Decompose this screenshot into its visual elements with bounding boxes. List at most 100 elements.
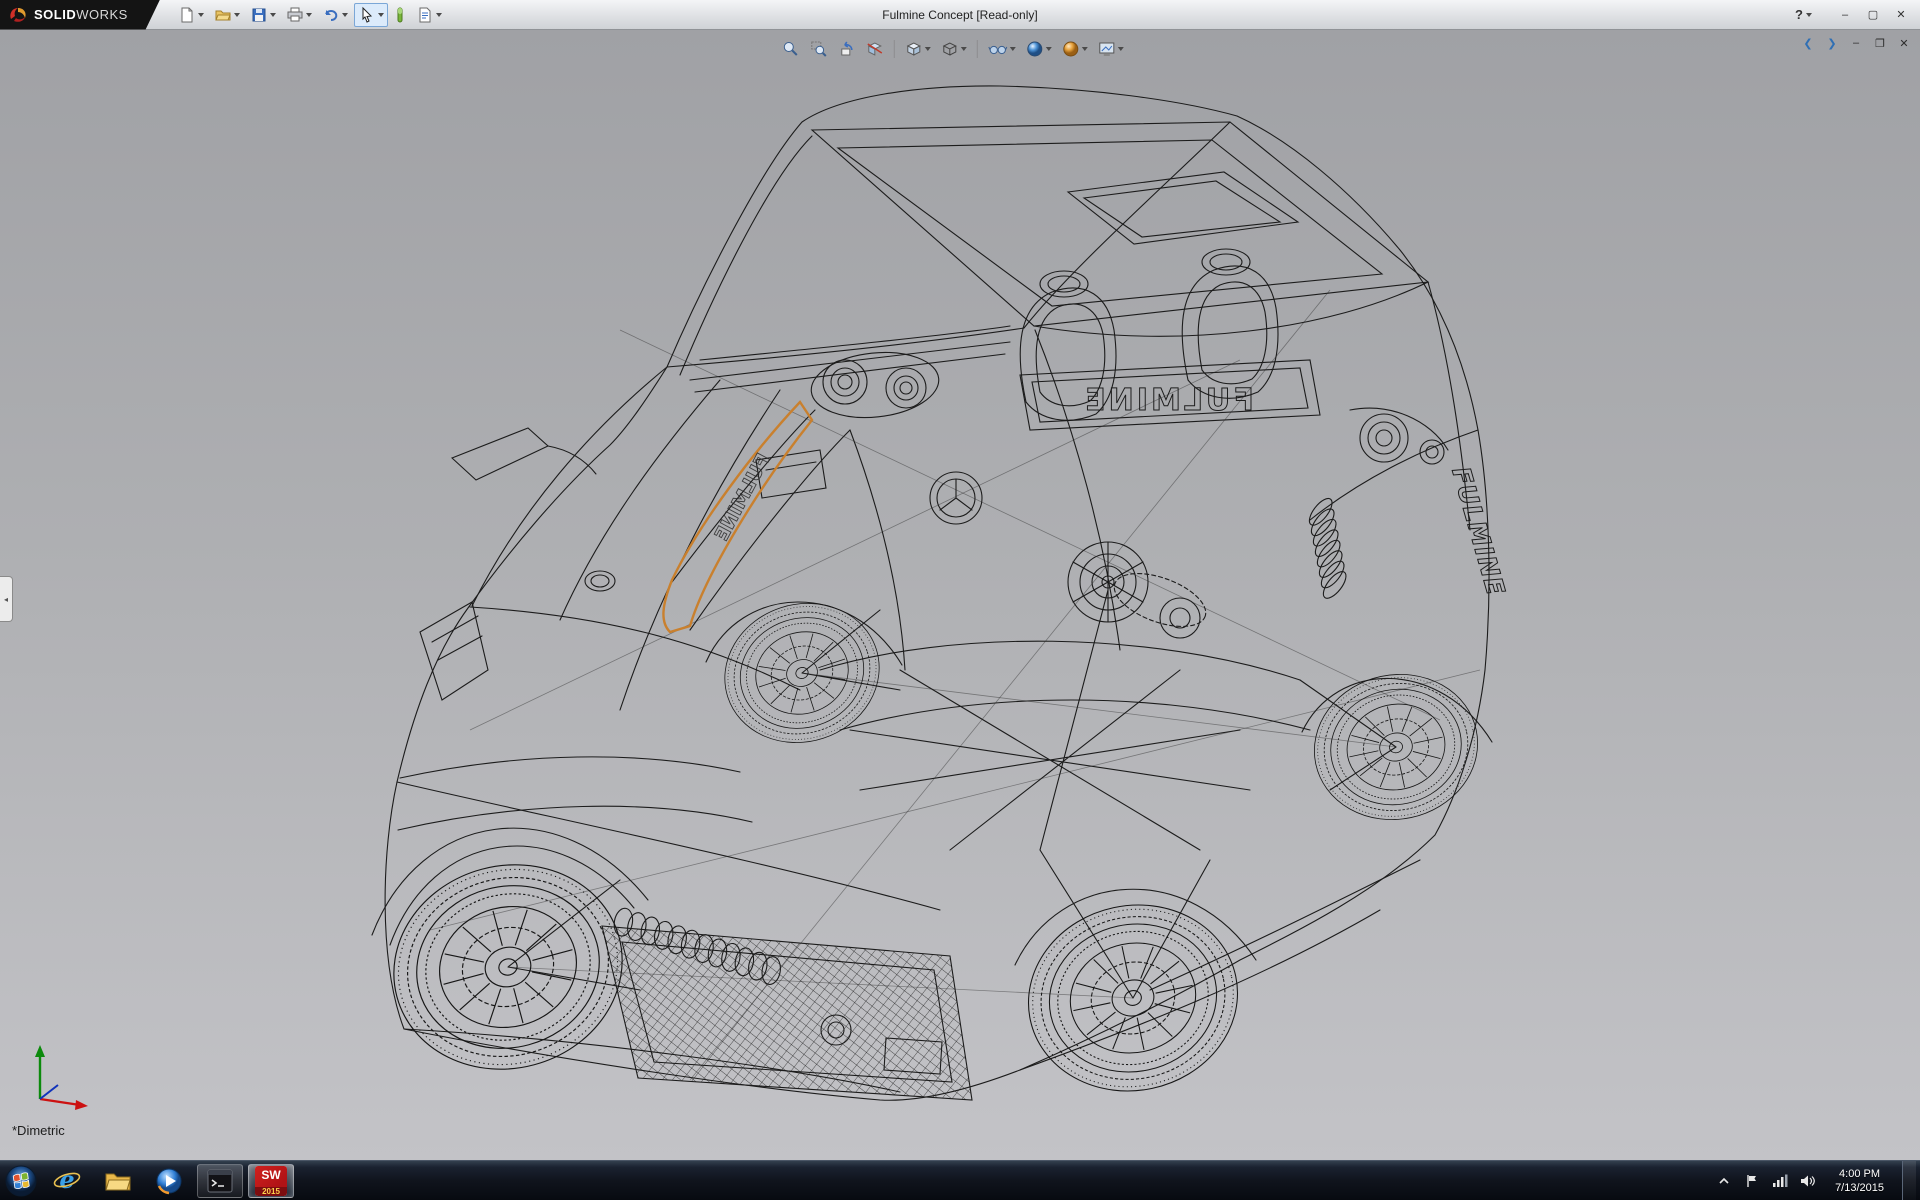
dropdown-caret[interactable] [436, 13, 442, 17]
clock-date: 7/13/2015 [1835, 1181, 1884, 1195]
graphics-viewport[interactable]: FULMINE FULMINE FULMINE [0, 30, 1920, 1160]
internet-explorer-button[interactable]: e [44, 1164, 90, 1198]
file-explorer-button[interactable] [95, 1164, 141, 1198]
dropdown-caret[interactable] [198, 13, 204, 17]
dropdown-caret[interactable] [1010, 47, 1016, 51]
windows-orb-icon [4, 1164, 38, 1198]
media-player-icon [154, 1166, 184, 1196]
scene-ball-icon [1062, 40, 1080, 58]
zoom-to-area-icon [810, 40, 828, 58]
flag-icon [1745, 1174, 1759, 1188]
dropdown-caret[interactable] [234, 13, 240, 17]
speaker-icon [1800, 1174, 1816, 1188]
edit-appearance-button[interactable] [1023, 37, 1055, 61]
feature-manager-collapsed-tab[interactable]: ◂ [0, 576, 13, 622]
folder-icon [103, 1166, 133, 1196]
select-button[interactable] [354, 3, 388, 27]
separator [977, 40, 978, 58]
solidworks-app-icon: SW 2015 [255, 1166, 287, 1196]
window-controls: ? – ▢ ✕ [1795, 6, 1920, 24]
desktop: SOLIDWORKS [0, 0, 1920, 1200]
instant3d-button[interactable] [390, 3, 410, 27]
volume-button[interactable] [1799, 1170, 1817, 1192]
dropdown-caret[interactable] [378, 13, 384, 17]
separator [894, 40, 895, 58]
save-icon [250, 6, 268, 24]
decal-rear: FULMINE [1082, 383, 1254, 418]
previous-view-icon [838, 40, 856, 58]
svg-text:e: e [59, 1166, 74, 1194]
decal-right-side: FULMINE [1446, 464, 1510, 599]
standard-toolbar [174, 3, 446, 27]
minimize-button[interactable]: – [1834, 6, 1856, 24]
undo-icon [322, 6, 340, 24]
open-button[interactable] [210, 3, 244, 27]
dropdown-caret[interactable] [1082, 47, 1088, 51]
show-desktop-button[interactable] [1902, 1161, 1916, 1200]
undo-button[interactable] [318, 3, 352, 27]
dropdown-caret[interactable] [1806, 13, 1812, 17]
clock-time: 4:00 PM [1835, 1167, 1884, 1181]
dropdown-caret[interactable] [961, 47, 967, 51]
print-icon [286, 6, 304, 24]
doc-close-button[interactable]: ✕ [1894, 34, 1914, 52]
instant3d-icon [394, 6, 406, 24]
start-button[interactable] [0, 1161, 42, 1200]
view-settings-icon [1098, 40, 1116, 58]
zoom-to-fit-button[interactable] [779, 37, 803, 61]
file-properties-button[interactable] [412, 3, 446, 27]
action-center-button[interactable] [1743, 1170, 1761, 1192]
taskbar-clock[interactable]: 4:00 PM 7/13/2015 [1827, 1167, 1892, 1195]
doc-restore-button[interactable]: ❐ [1870, 34, 1890, 52]
view-orientation-button[interactable] [902, 37, 934, 61]
new-document-icon [178, 6, 196, 24]
dropdown-caret[interactable] [925, 47, 931, 51]
help-button[interactable]: ? [1795, 7, 1812, 22]
section-view-icon [866, 40, 884, 58]
dropdown-caret[interactable] [1046, 47, 1052, 51]
select-cursor-icon [358, 6, 376, 24]
show-hidden-icons-button[interactable] [1715, 1170, 1733, 1192]
dassault-3ds-icon [8, 5, 28, 25]
view-settings-button[interactable] [1095, 37, 1127, 61]
print-button[interactable] [282, 3, 316, 27]
view-orientation-label: *Dimetric [12, 1123, 65, 1138]
network-icon [1772, 1174, 1788, 1188]
hide-show-items-button[interactable] [985, 37, 1019, 61]
appearance-ball-icon [1026, 40, 1044, 58]
apply-scene-button[interactable] [1059, 37, 1091, 61]
dropdown-caret[interactable] [342, 13, 348, 17]
section-view-button[interactable] [863, 37, 887, 61]
zoom-to-fit-icon [782, 40, 800, 58]
display-style-button[interactable] [938, 37, 970, 61]
command-prompt-button[interactable] [197, 1164, 243, 1198]
dropdown-caret[interactable] [306, 13, 312, 17]
brand-name: SOLIDWORKS [34, 7, 128, 22]
view-orientation-icon [905, 40, 923, 58]
system-tray: 4:00 PM 7/13/2015 [1715, 1161, 1920, 1200]
new-document-button[interactable] [174, 3, 208, 27]
solidworks-taskbar-button[interactable]: SW 2015 [248, 1164, 294, 1198]
dropdown-caret[interactable] [1118, 47, 1124, 51]
command-prompt-icon [205, 1166, 235, 1196]
network-button[interactable] [1771, 1170, 1789, 1192]
title-bar: SOLIDWORKS [0, 0, 1920, 30]
previous-view-button[interactable] [835, 37, 859, 61]
zoom-to-area-button[interactable] [807, 37, 831, 61]
taskbar: e [0, 1160, 1920, 1200]
close-button[interactable]: ✕ [1890, 6, 1912, 24]
coordinate-triad [18, 1031, 98, 1116]
display-style-icon [941, 40, 959, 58]
expand-panel-button[interactable]: ❯ [1822, 34, 1842, 52]
save-button[interactable] [246, 3, 280, 27]
taskbar-apps: e [44, 1164, 294, 1198]
solidworks-logo: SOLIDWORKS [0, 0, 160, 30]
maximize-button[interactable]: ▢ [1862, 6, 1884, 24]
file-properties-icon [416, 6, 434, 24]
document-window-controls: ❮ ❯ – ❐ ✕ [1798, 34, 1914, 52]
dropdown-caret[interactable] [270, 13, 276, 17]
media-player-button[interactable] [146, 1164, 192, 1198]
doc-minimize-button[interactable]: – [1846, 34, 1866, 52]
expand-feature-tree-button[interactable]: ❮ [1798, 34, 1818, 52]
chevron-up-icon [1718, 1175, 1730, 1187]
